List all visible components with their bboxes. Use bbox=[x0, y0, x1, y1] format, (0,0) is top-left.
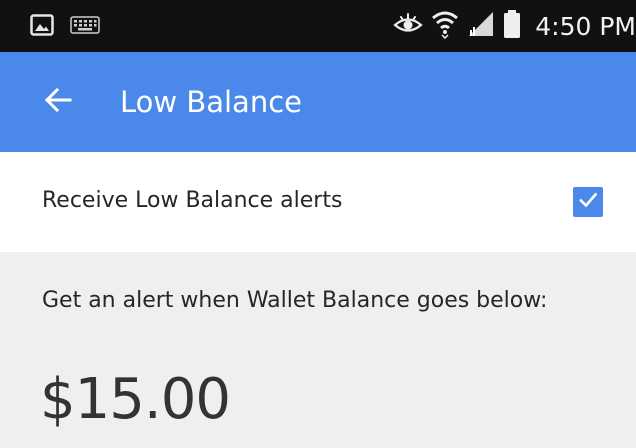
wifi-icon bbox=[431, 9, 459, 43]
low-balance-alerts-setting[interactable]: Receive Low Balance alerts bbox=[0, 152, 636, 252]
battery-icon bbox=[503, 9, 521, 43]
screen: 4:50 PM Low Balance Receive Low Balance … bbox=[0, 0, 636, 448]
checkmark-icon bbox=[577, 189, 599, 215]
arrow-left-icon bbox=[43, 85, 73, 119]
alerts-label: Receive Low Balance alerts bbox=[42, 188, 343, 213]
status-bar: 4:50 PM bbox=[0, 0, 636, 52]
keyboard-icon bbox=[70, 15, 100, 39]
back-button[interactable] bbox=[38, 82, 78, 122]
image-icon bbox=[30, 13, 54, 41]
threshold-description: Get an alert when Wallet Balance goes be… bbox=[42, 288, 548, 313]
signal-icon bbox=[467, 10, 495, 42]
status-bar-left bbox=[30, 13, 100, 41]
threshold-section: Get an alert when Wallet Balance goes be… bbox=[0, 252, 636, 448]
page-title: Low Balance bbox=[120, 85, 302, 119]
eye-icon bbox=[393, 12, 423, 40]
threshold-amount[interactable]: $15.00 bbox=[40, 360, 231, 440]
status-bar-right: 4:50 PM bbox=[393, 8, 636, 44]
status-time: 4:50 PM bbox=[535, 11, 636, 41]
app-bar: Low Balance bbox=[0, 52, 636, 152]
alerts-checkbox[interactable] bbox=[573, 187, 603, 217]
